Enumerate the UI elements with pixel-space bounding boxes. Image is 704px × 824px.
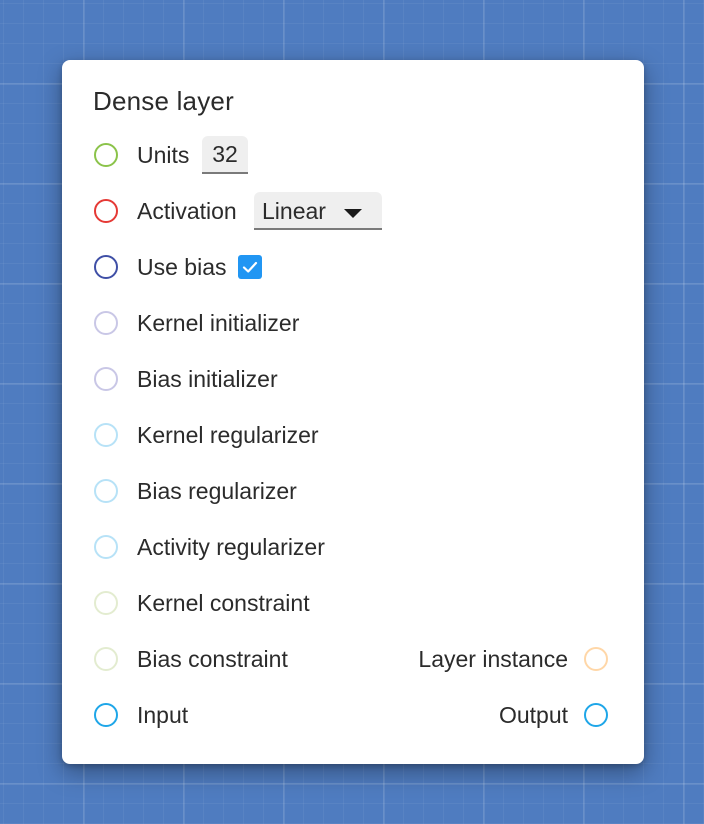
- use-bias-port[interactable]: [94, 255, 118, 279]
- input-label: Input: [137, 702, 189, 728]
- row-activity-regularizer: Activity regularizer: [62, 527, 644, 567]
- layer-instance-port[interactable]: [584, 647, 608, 671]
- row-kernel-constraint: Kernel constraint: [62, 583, 644, 623]
- row-activation: Activation Linear: [62, 191, 644, 231]
- kernel-regularizer-port[interactable]: [94, 423, 118, 447]
- activation-port[interactable]: [94, 199, 118, 223]
- activation-select-value: Linear: [262, 198, 326, 224]
- row-kernel-regularizer: Kernel regularizer: [62, 415, 644, 455]
- kernel-initializer-label: Kernel initializer: [137, 310, 300, 336]
- row-use-bias: Use bias: [62, 247, 644, 287]
- bias-regularizer-port[interactable]: [94, 479, 118, 503]
- row-input: Input Output: [62, 695, 644, 735]
- bias-initializer-port[interactable]: [94, 367, 118, 391]
- use-bias-checkbox[interactable]: [238, 255, 262, 279]
- node-title: Dense layer: [93, 86, 234, 116]
- units-input[interactable]: [202, 136, 248, 174]
- units-port[interactable]: [94, 143, 118, 167]
- activation-label: Activation: [137, 198, 237, 224]
- output-label: Output: [498, 702, 568, 728]
- dense-layer-node[interactable]: Dense layer Units Activation Linear Use …: [62, 60, 644, 764]
- bias-regularizer-label: Bias regularizer: [137, 478, 297, 504]
- activation-select[interactable]: Linear: [254, 192, 382, 230]
- row-kernel-initializer: Kernel initializer: [62, 303, 644, 343]
- units-label: Units: [137, 142, 190, 168]
- bias-constraint-label: Bias constraint: [137, 646, 288, 672]
- checkmark-icon: [242, 261, 258, 273]
- bias-constraint-port[interactable]: [94, 647, 118, 671]
- bias-initializer-label: Bias initializer: [137, 366, 278, 392]
- kernel-initializer-port[interactable]: [94, 311, 118, 335]
- use-bias-label: Use bias: [137, 254, 227, 280]
- row-bias-regularizer: Bias regularizer: [62, 471, 644, 511]
- kernel-regularizer-label: Kernel regularizer: [137, 422, 319, 448]
- row-bias-initializer: Bias initializer: [62, 359, 644, 399]
- activity-regularizer-port[interactable]: [94, 535, 118, 559]
- dropdown-arrow-icon: [344, 209, 362, 218]
- row-units: Units: [62, 135, 644, 175]
- input-port[interactable]: [94, 703, 118, 727]
- row-bias-constraint: Bias constraint Layer instance: [62, 639, 644, 679]
- kernel-constraint-label: Kernel constraint: [137, 590, 310, 616]
- activity-regularizer-label: Activity regularizer: [137, 534, 325, 560]
- layer-instance-label: Layer instance: [418, 646, 568, 672]
- kernel-constraint-port[interactable]: [94, 591, 118, 615]
- output-port[interactable]: [584, 703, 608, 727]
